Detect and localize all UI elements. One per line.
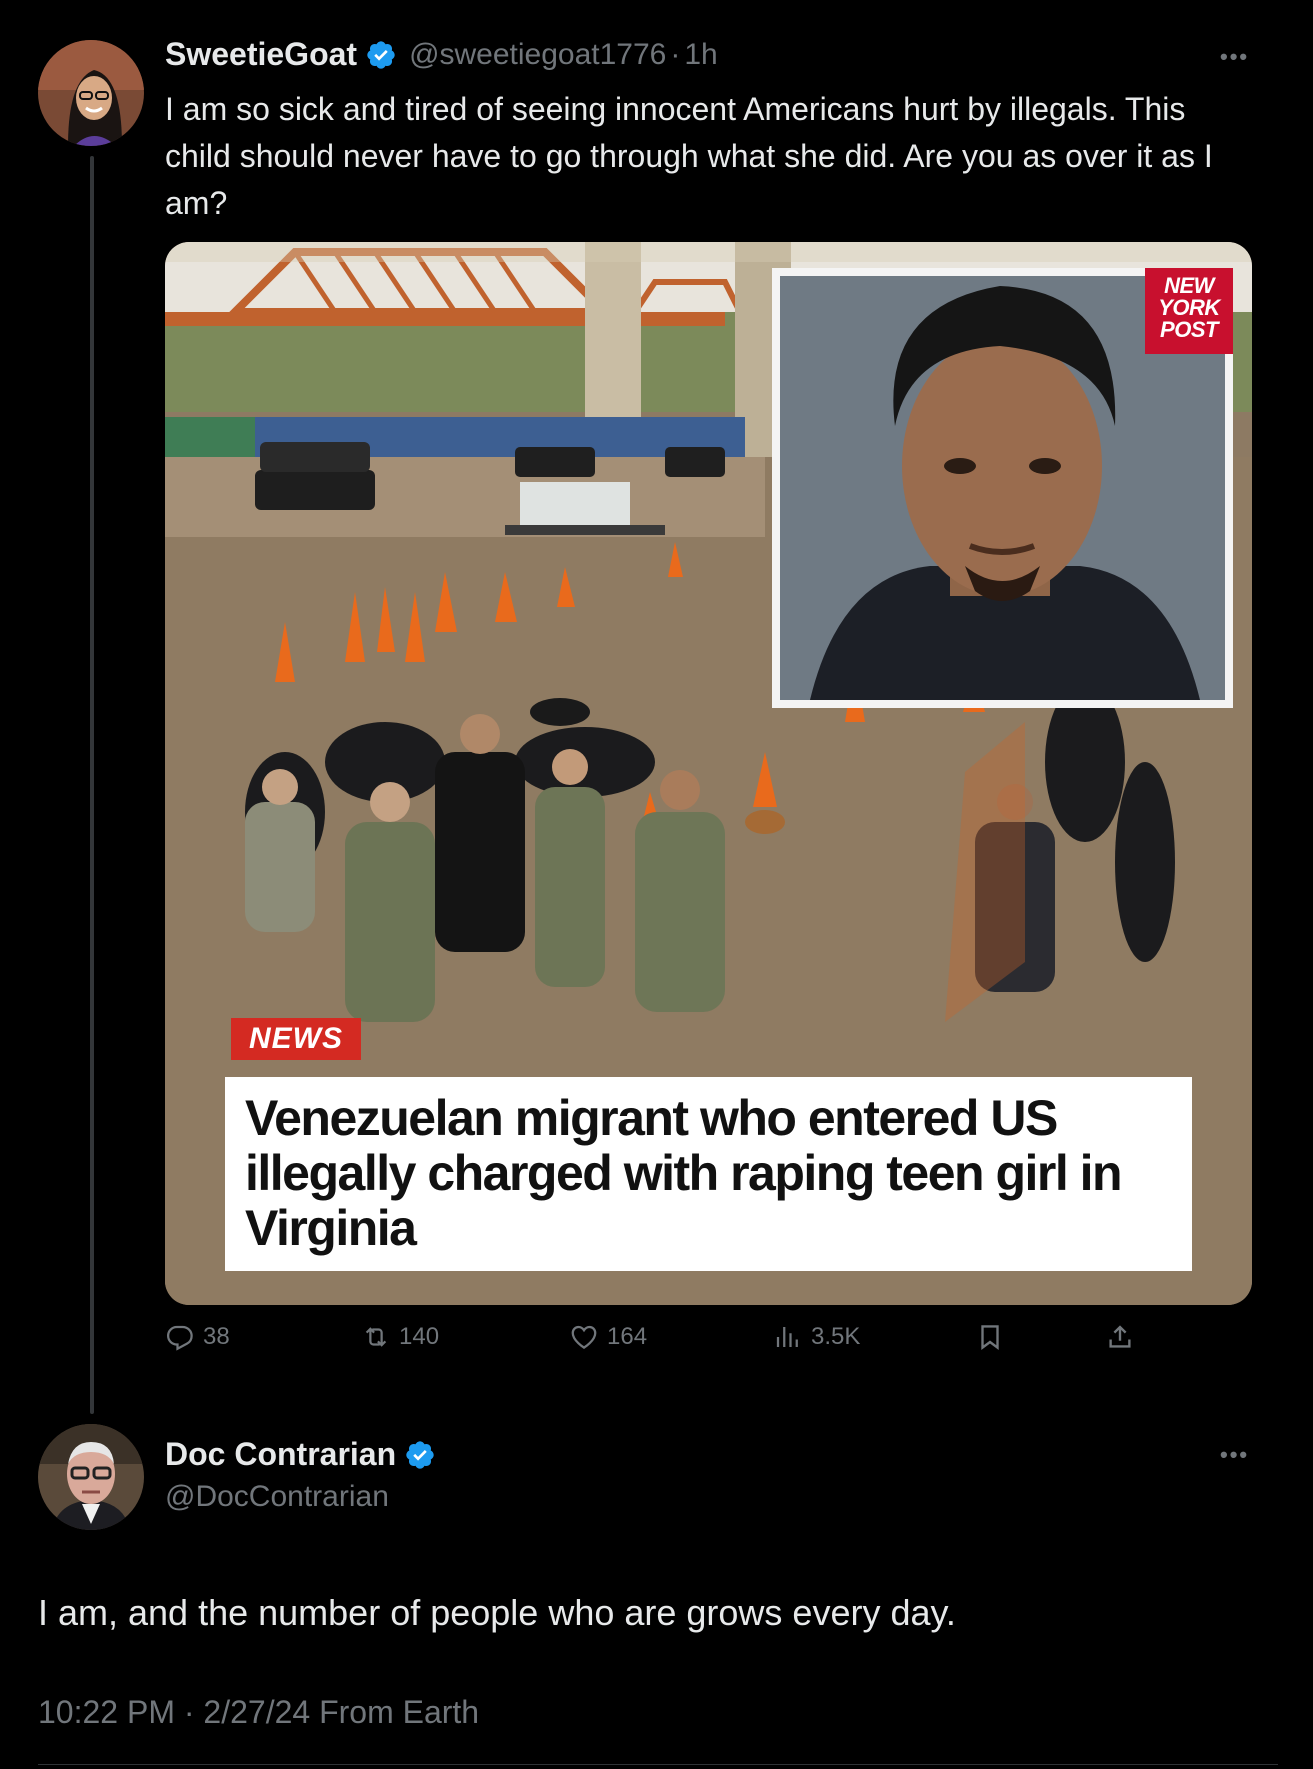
tweet-action-bar: 38 140 164 3.5K — [165, 1322, 1165, 1366]
share-button[interactable] — [1105, 1322, 1143, 1352]
reply-header: Doc Contrarian — [165, 1436, 436, 1473]
author-handle[interactable]: @DocContrarian — [165, 1480, 389, 1514]
time-separator: · — [670, 37, 681, 71]
repost-button[interactable]: 140 — [361, 1322, 439, 1352]
divider — [38, 1764, 1278, 1765]
verified-badge-icon — [406, 1440, 434, 1469]
like-count: 164 — [607, 1323, 648, 1350]
news-tag-label: NEWS — [231, 1018, 361, 1060]
views-icon — [776, 1327, 798, 1347]
bookmark-icon — [981, 1325, 999, 1350]
views-button[interactable]: 3.5K — [773, 1322, 860, 1352]
tweet-media-image[interactable]: NEW YORK POST NEWS Venezuelan migrant who … — [165, 242, 1252, 1305]
reply-timestamp[interactable]: 10:22 PM · 2/27/24 From Earth — [38, 1694, 479, 1731]
verified-badge-icon — [367, 40, 395, 69]
author-handle[interactable]: @sweetiegoat1776 — [409, 38, 666, 72]
author-name[interactable]: SweetieGoat — [165, 36, 357, 73]
new-york-post-logo: NEW YORK POST — [1145, 268, 1233, 354]
bookmark-button[interactable] — [975, 1322, 1013, 1352]
reply-button[interactable]: 38 — [165, 1322, 230, 1352]
avatar-image — [38, 1424, 144, 1530]
like-button[interactable]: 164 — [569, 1322, 647, 1352]
reply-icon — [166, 1325, 193, 1351]
avatar[interactable] — [38, 1424, 144, 1530]
view-count: 3.5K — [811, 1323, 861, 1350]
thread-connector-line — [90, 156, 94, 1414]
repost-icon — [365, 1327, 387, 1347]
heart-icon — [571, 1325, 597, 1349]
author-name[interactable]: Doc Contrarian — [165, 1436, 396, 1473]
more-horizontal-icon[interactable]: ••• — [1220, 44, 1249, 70]
reply-count: 38 — [203, 1323, 230, 1350]
reply-text: I am, and the number of people who are g… — [38, 1592, 956, 1633]
tweet-time[interactable]: 1h — [684, 38, 717, 72]
headline-banner: Venezuelan migrant who entered US illega… — [225, 1077, 1192, 1271]
more-horizontal-icon[interactable]: ••• — [1220, 1442, 1249, 1468]
repost-count: 140 — [399, 1323, 440, 1350]
avatar-image — [38, 40, 144, 146]
avatar[interactable] — [38, 40, 144, 146]
share-icon — [1109, 1325, 1131, 1348]
tweet-header: SweetieGoat @sweetiegoat1776 · 1h — [165, 36, 718, 73]
headline-text: Venezuelan migrant who entered US illega… — [245, 1090, 1123, 1256]
tweet-text: I am so sick and tired of seeing innocen… — [165, 91, 1213, 221]
